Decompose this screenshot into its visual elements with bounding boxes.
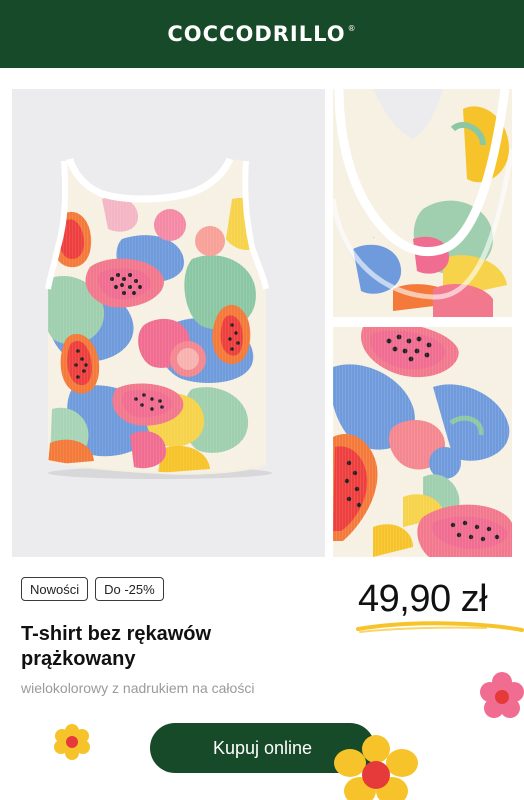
product-subtitle: wielokolorowy z nadrukiem na całości bbox=[21, 680, 255, 696]
badge-discount[interactable]: Do -25% bbox=[95, 577, 164, 601]
badge-new[interactable]: Nowości bbox=[21, 577, 89, 601]
badge-row: Nowości Do -25% bbox=[21, 577, 164, 601]
product-photo-detail-print[interactable] bbox=[333, 327, 512, 557]
flower-icon bbox=[334, 735, 418, 800]
neckline-detail: · bbox=[333, 89, 512, 317]
product-price: 49,90 zł bbox=[358, 578, 488, 620]
product-photo-main[interactable] bbox=[12, 89, 325, 557]
product-photo-detail-neckline[interactable]: · bbox=[333, 89, 512, 317]
price-underline-icon bbox=[356, 621, 524, 633]
brand-logo[interactable]: COCCODRILLO ® bbox=[167, 22, 356, 46]
tank-top-illustration bbox=[12, 89, 325, 557]
brand-name: COCCODRILLO bbox=[167, 22, 346, 46]
header-bar: COCCODRILLO ® bbox=[0, 0, 524, 68]
print-detail bbox=[333, 327, 512, 557]
flower-icon bbox=[480, 672, 524, 718]
product-title: T-shirt bez rękawów prążkowany bbox=[21, 623, 212, 670]
registered-mark: ® bbox=[347, 24, 357, 33]
flower-icon bbox=[54, 724, 90, 760]
